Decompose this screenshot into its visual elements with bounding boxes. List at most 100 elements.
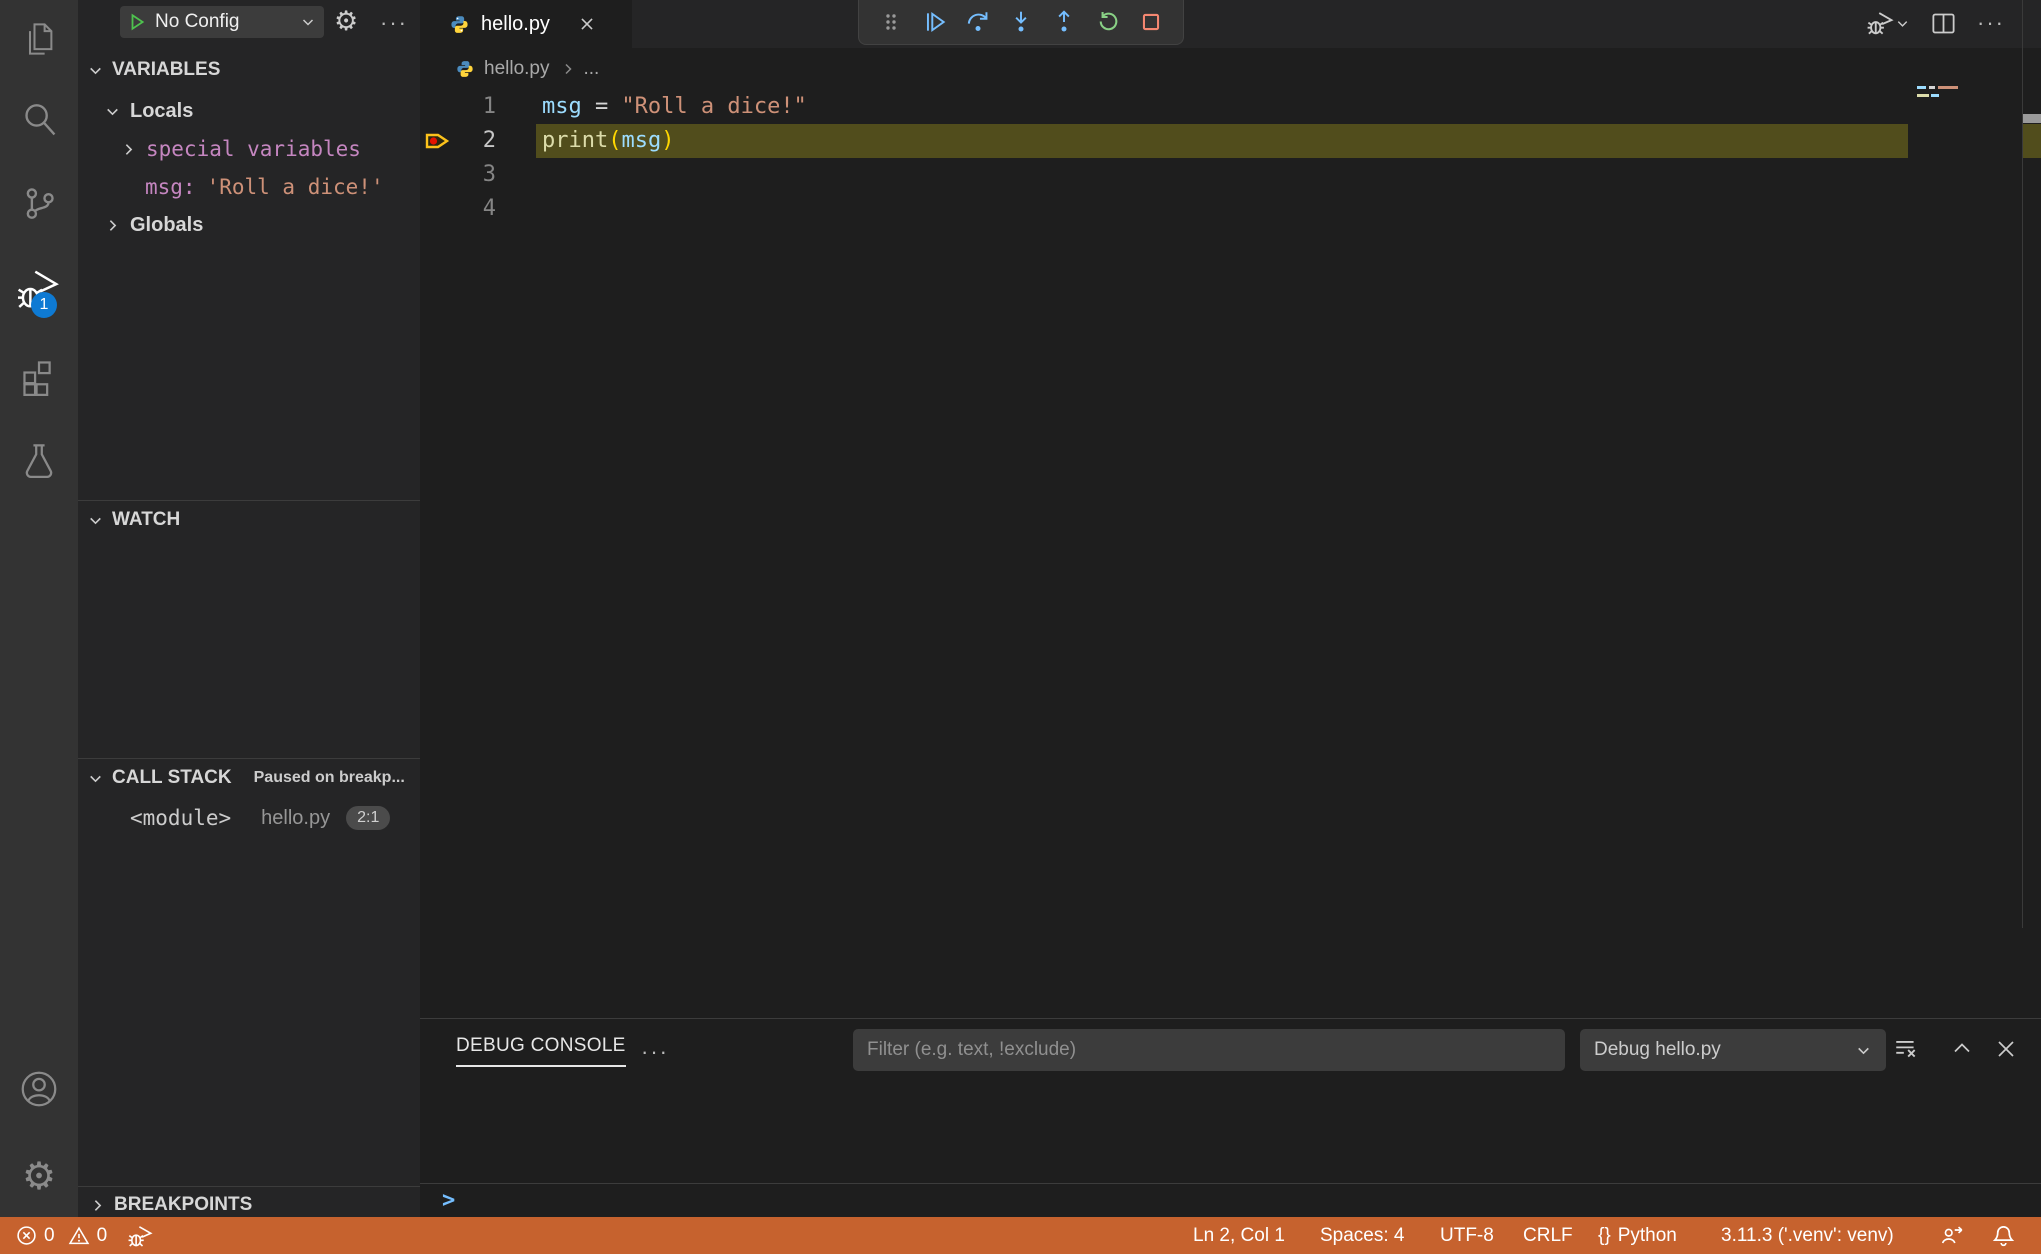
step-out-icon xyxy=(1058,10,1070,32)
python-interpreter-status[interactable]: 3.11.3 ('.venv': venv) xyxy=(1721,1217,1894,1254)
testing-icon[interactable] xyxy=(0,424,78,498)
debug-config-dropdown[interactable]: No Config xyxy=(120,6,324,38)
chevron-down-icon xyxy=(1858,1047,1869,1054)
split-editor-icon[interactable] xyxy=(1930,10,1957,37)
toolbar-drag-handle[interactable] xyxy=(874,7,908,37)
cursor-position-status[interactable]: Ln 2, Col 1 xyxy=(1193,1217,1285,1254)
editor-actions: ··· xyxy=(1867,9,2005,37)
token-operator: = xyxy=(594,94,609,119)
tab-debug-console[interactable]: DEBUG CONSOLE xyxy=(456,1035,626,1067)
globals-label: Globals xyxy=(130,213,204,236)
feedback-person-icon xyxy=(1941,1225,1963,1243)
editor-more-actions[interactable]: ··· xyxy=(1977,12,2005,34)
eol-status[interactable]: CRLF xyxy=(1523,1217,1573,1254)
token-paren: ( xyxy=(608,128,622,153)
debug-settings-gear-icon[interactable]: ⚙ xyxy=(334,8,358,35)
ruler-cursor-marker xyxy=(2023,114,2041,123)
chevron-right-icon xyxy=(125,143,133,155)
restart-icon xyxy=(1099,12,1117,31)
step-into-icon xyxy=(1015,11,1027,32)
run-python-file-button[interactable] xyxy=(1867,9,1910,37)
console-prompt: > xyxy=(442,1188,456,1213)
chevron-down-icon xyxy=(1897,20,1908,27)
variable-msg-row[interactable]: msg: 'Roll a dice!' xyxy=(78,168,420,206)
close-icon xyxy=(1998,1041,2014,1057)
encoding-status[interactable]: UTF-8 xyxy=(1440,1217,1494,1254)
python-file-icon xyxy=(457,61,473,77)
session-label: Debug hello.py xyxy=(1594,1039,1721,1060)
chevron-down-icon xyxy=(90,517,101,524)
line-number: 4 xyxy=(482,196,496,221)
debug-config-label: No Config xyxy=(155,11,240,32)
indentation-status[interactable]: Spaces: 4 xyxy=(1320,1217,1405,1254)
run-and-debug-icon[interactable]: 1 xyxy=(0,252,78,326)
console-filter-input[interactable] xyxy=(853,1029,1565,1071)
minimap[interactable] xyxy=(1910,84,2022,204)
maximize-panel-button[interactable] xyxy=(1948,1035,1976,1063)
locals-label: Locals xyxy=(130,99,194,122)
call-stack-section-header[interactable]: CALL STACK Paused on breakp... xyxy=(78,762,420,794)
notifications-bell[interactable] xyxy=(1992,1217,2015,1254)
line-number: 1 xyxy=(482,94,496,119)
line-number: 3 xyxy=(482,162,496,187)
scope-globals-row[interactable]: Globals xyxy=(78,206,420,244)
accounts-icon[interactable] xyxy=(0,1052,78,1126)
overview-ruler[interactable] xyxy=(2022,0,2041,928)
debug-session-dropdown[interactable]: Debug hello.py xyxy=(1580,1029,1886,1071)
status-bar: 0 0 Ln 2, Col 1 Spaces: 4 UTF-8 CRLF {} … xyxy=(0,1217,2041,1254)
restart-button[interactable] xyxy=(1091,7,1125,37)
breadcrumb-more: ... xyxy=(583,58,600,79)
settings-gear-icon[interactable]: ⚙ xyxy=(0,1140,78,1214)
activity-bar: 1 ⚙ xyxy=(0,0,78,1218)
code-line-4: 4 xyxy=(420,192,2041,226)
code-line-1: 1 msg = "Roll a dice!" xyxy=(420,90,2041,124)
breakpoint-paused-arrow-icon[interactable] xyxy=(424,129,454,153)
frame-position-badge: 2:1 xyxy=(346,806,391,830)
close-tab-icon[interactable] xyxy=(578,15,596,33)
feedback-button[interactable] xyxy=(1940,1217,1964,1254)
close-panel-button[interactable] xyxy=(1992,1035,2020,1063)
chevron-right-icon xyxy=(564,63,572,75)
continue-icon xyxy=(926,11,945,33)
stop-button[interactable] xyxy=(1134,7,1168,37)
problems-status[interactable]: 0 0 xyxy=(16,1217,107,1254)
debug-current-line-highlight xyxy=(536,124,1908,158)
grip-dots-icon xyxy=(886,14,896,30)
clear-console-icon xyxy=(1896,1041,1916,1058)
special-variables-row[interactable]: special variables xyxy=(78,130,420,168)
breadcrumb-file: hello.py xyxy=(484,58,550,79)
step-over-button[interactable] xyxy=(961,7,995,37)
debug-session-badge: 1 xyxy=(31,292,57,318)
chevron-down-icon xyxy=(90,775,101,782)
chevron-right-icon xyxy=(94,1199,102,1211)
code-editor[interactable]: 1 msg = "Roll a dice!" 2 print(msg) 3 4 xyxy=(420,0,2041,1018)
code-line-2-current: 2 print(msg) xyxy=(420,124,2041,158)
code-line-3: 3 xyxy=(420,158,2041,192)
search-icon[interactable] xyxy=(0,82,78,156)
debug-more-actions[interactable]: ··· xyxy=(380,12,408,34)
vscode-window: 1 ⚙ No Config ⚙ ··· VARIABLES Locals spe… xyxy=(0,0,2041,1254)
debug-console-panel: DEBUG CONSOLE ··· Debug hello.py xyxy=(420,1018,2041,1218)
breadcrumb[interactable]: hello.py ... xyxy=(420,48,2041,90)
clear-console-button[interactable] xyxy=(1892,1035,1920,1063)
step-into-button[interactable] xyxy=(1004,7,1038,37)
watch-section-header[interactable]: WATCH xyxy=(78,504,420,536)
continue-button[interactable] xyxy=(918,7,952,37)
variables-section-header[interactable]: VARIABLES xyxy=(78,54,420,86)
language-mode-status[interactable]: {} Python xyxy=(1598,1217,1677,1254)
debug-run-icon xyxy=(128,1225,153,1247)
panel-more-actions[interactable]: ··· xyxy=(641,1041,669,1063)
variables-title: VARIABLES xyxy=(112,59,221,80)
console-input-row[interactable]: > xyxy=(420,1183,2041,1220)
step-out-button[interactable] xyxy=(1047,7,1081,37)
token-argument: msg xyxy=(621,128,662,153)
debugging-status-icon[interactable] xyxy=(128,1217,154,1254)
scope-locals-row[interactable]: Locals xyxy=(78,92,420,130)
stack-frame-row[interactable]: <module> hello.py 2:1 xyxy=(78,798,420,838)
section-divider xyxy=(78,500,420,501)
source-control-icon[interactable] xyxy=(0,166,78,240)
extensions-icon[interactable] xyxy=(0,340,78,414)
tab-hello-py[interactable]: hello.py xyxy=(420,0,632,48)
debug-sidebar: No Config ⚙ ··· VARIABLES Locals special… xyxy=(78,0,420,1218)
explorer-icon[interactable] xyxy=(0,2,78,76)
